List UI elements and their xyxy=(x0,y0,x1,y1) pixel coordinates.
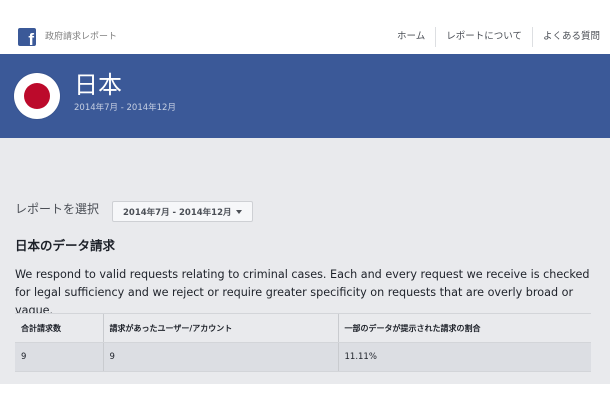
section-description: We respond to valid requests relating to… xyxy=(15,268,590,317)
nav-link-faq[interactable]: よくある質問 xyxy=(533,27,610,47)
report-period-selected: 2014年7月 - 2014年12月 xyxy=(123,207,232,218)
nav-link-home[interactable]: ホーム xyxy=(387,27,435,47)
section-title: 日本のデータ請求 xyxy=(15,238,116,253)
table-header-data-produced-percent: 一部のデータが提示された請求の割合 xyxy=(337,313,591,343)
table-row: 9 9 11.11% xyxy=(15,342,591,372)
japan-flag-icon xyxy=(14,73,60,119)
nav-links: ホーム レポートについて よくある質問 xyxy=(387,27,610,47)
table-header-total-requests: 合計請求数 xyxy=(15,313,103,343)
table-cell-users-accounts: 9 xyxy=(102,342,338,372)
top-navigation: f 政府請求レポート ホーム レポートについて よくある質問 xyxy=(0,18,610,54)
main-content: レポートを選択 2014年7月 - 2014年12月 日本のデータ請求 We r… xyxy=(0,138,610,384)
report-period-dropdown[interactable]: 2014年7月 - 2014年12月 xyxy=(112,201,253,222)
country-name: 日本 xyxy=(74,71,122,99)
requests-table: 合計請求数 請求があったユーザー/アカウント 一部のデータが提示された請求の割合… xyxy=(15,313,591,372)
nav-link-about-report[interactable]: レポートについて xyxy=(436,27,532,47)
country-banner: 日本 2014年7月 - 2014年12月 xyxy=(0,54,610,138)
app-title[interactable]: 政府請求レポート xyxy=(45,30,117,44)
report-select-label: レポートを選択 xyxy=(15,202,100,216)
caret-down-icon xyxy=(235,209,242,214)
report-period: 2014年7月 - 2014年12月 xyxy=(74,103,176,113)
table-header-row: 合計請求数 請求があったユーザー/アカウント 一部のデータが提示された請求の割合 xyxy=(15,313,591,343)
page: f 政府請求レポート ホーム レポートについて よくある質問 日本 2014年7… xyxy=(0,0,610,400)
table-header-users-accounts: 請求があったユーザー/アカウント xyxy=(102,313,338,343)
table-cell-total-requests: 9 xyxy=(15,342,103,372)
facebook-logo-icon[interactable]: f xyxy=(18,28,36,48)
table-cell-data-produced-percent: 11.11% xyxy=(337,342,591,372)
